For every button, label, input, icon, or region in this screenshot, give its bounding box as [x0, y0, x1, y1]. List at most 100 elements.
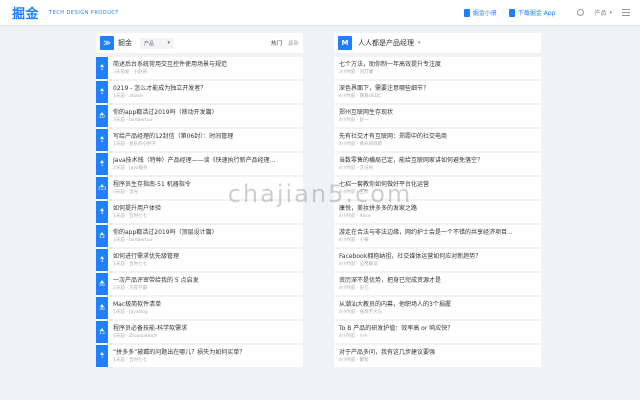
list-item[interactable]: 郑州互联网生存现状 4小时前 · 赵一 [334, 105, 541, 127]
item-title[interactable]: 郑州互联网生存现状 [339, 108, 536, 117]
list-item[interactable]: 游走在合法与非法边缘，网约护士会是一个不错的共享经济项目... 4小时前 · 小栗 [334, 225, 541, 247]
upvote-button[interactable]: 15 [96, 321, 108, 343]
item-meta: 4小时前 · 网易UEDC [339, 94, 382, 99]
item-title[interactable]: 你的app都活过2019吗（移动开发篇） [113, 108, 298, 117]
item-title[interactable]: 游走在合法与非法边缘，网约护士会是一个不错的共享经济项目... [339, 228, 536, 237]
juejin-source-name: 掘金 [118, 39, 132, 47]
list-item[interactable]: 36 Mac极简软件清单 1天前 · JavaDog [96, 297, 303, 319]
upvote-button[interactable]: 7 [96, 345, 108, 367]
item-title[interactable]: 一次产品评审带给我的 5 点启发 [113, 276, 298, 285]
item-body: 你的app都活过2019吗（顶层设计篇） 1天前 · lambertux [108, 225, 303, 247]
item-title[interactable]: Mac极简软件清单 [113, 300, 298, 309]
list-item[interactable]: 从潮汕大教员的内幕，他职场人的3个捐握 4小时前 · 张风不大头 [334, 297, 541, 319]
item-meta: 1天前 · ZhanasHoch [113, 334, 158, 339]
item-body: Java技术栈（特种）产品经理——谈《快速执行新产品经理... 2天前 · Jav… [108, 153, 303, 175]
item-body: “拼多多”被薅的问题出在哪儿？损失为如何买单？ 1天前 · 吉时七七 [108, 345, 303, 367]
item-title[interactable]: 你的app都活过2019吗（顶层设计篇） [113, 228, 298, 237]
upvote-button[interactable]: 2 [96, 81, 108, 103]
list-item[interactable]: 七个方法，助你制一年高效提升专注度 3小时前 · 刘万峰 [334, 57, 541, 79]
item-title[interactable]: To B 产品的研发护值：效率高 or 响应快？ [339, 324, 536, 333]
item-body: 一次产品评审带给我的 5 点启发 2天前 · 巧克学霸 [108, 273, 303, 295]
upvote-count: 2 [100, 90, 104, 96]
item-title[interactable]: 0219 - 怎么才能成为独立开发者？ [113, 84, 298, 93]
upvote-button[interactable]: 4 [96, 201, 108, 223]
item-meta: 4小时前 · 应用解读 [339, 262, 378, 267]
item-title[interactable]: 简述后台系统常用交互控件使用场景与规范 [113, 60, 298, 69]
item-title[interactable]: 深色界面下，需要注意哪些细节？ [339, 84, 536, 93]
category-select[interactable]: 产品 ▾ [140, 37, 174, 49]
list-item[interactable]: 康悦，美妆拼多多的发家之路 4小时前 · Alice [334, 201, 541, 223]
juejin-booklet-label: 掘金小册 [472, 10, 497, 17]
chevron-down-icon: ▾ [609, 9, 612, 16]
list-item[interactable]: 113 程序员生存指南-51 机器指令 3天前 · 流光 [96, 177, 303, 199]
menu-icon[interactable] [622, 9, 630, 16]
sort-new-tab[interactable]: 最新 [288, 39, 299, 47]
upvote-button[interactable]: 10 [96, 105, 108, 127]
item-meta: 3小时前 · 刘万峰 [339, 70, 374, 75]
list-item[interactable]: 12 你的app都活过2019吗（顶层设计篇） 1天前 · lambertux [96, 225, 303, 247]
item-title[interactable]: 如何进行需求优先级管理 [113, 252, 298, 261]
item-meta: 4小时前 · 小栗 [339, 238, 369, 243]
list-item[interactable]: 4 如何提升用户体验 1天前 · 吉时七七 [96, 201, 303, 223]
list-item[interactable]: 当数零售的横局已定，能给互联网家讲如何避免落空？ 4小时前 · 艺分树 [334, 153, 541, 175]
woshipm-source-name[interactable]: 人人都是产品经理 [358, 38, 414, 48]
upvote-count: 5 [100, 162, 104, 168]
upvote-button[interactable]: 12 [96, 225, 108, 247]
item-title[interactable]: 程序员生存指南-51 机器指令 [113, 180, 298, 189]
item-meta: 1天前 · 吉时七七 [113, 358, 148, 363]
item-title[interactable]: Java技术栈（特种）产品经理——谈《快速执行新产品经理... [113, 156, 298, 165]
settings-dropdown[interactable]: 产品 ▾ [577, 8, 612, 17]
list-item[interactable]: 10 你的app都活过2019吗（移动开发篇） 3天前 · lambertux [96, 105, 303, 127]
item-title[interactable]: 对于产品多问，我有这几步建议要强 [339, 348, 536, 357]
upvote-button[interactable]: 36 [96, 297, 108, 319]
upvote-button[interactable]: 113 [96, 177, 108, 199]
list-item[interactable]: 对于产品多问，我有这几步建议要强 4小时前 · 聚智 [334, 345, 541, 367]
list-item[interactable]: 5 Java技术栈（特种）产品经理——谈《快速执行新产品经理... 2天前 · Ja… [96, 153, 303, 175]
list-item[interactable]: 七招一套教你如何做好平台化运营 4小时前 · 王亮 [334, 177, 541, 199]
juejin-article-list: 2 简述后台系统常用交互控件使用场景与规范 3天前发 · 小赵哥 2 0219 - 怎么… [96, 57, 303, 367]
item-meta: 4小时前 · 小A [339, 334, 368, 339]
woshipm-column: M 人人都是产品经理 ▾ 七个方法，助你制一年高效提升专注度 3小时前 · 刘万峰… [334, 33, 541, 367]
download-app-link[interactable]: 下载掘金 App [508, 8, 555, 17]
juejin-logo[interactable]: 掘金 [12, 3, 39, 22]
item-body: 0219 - 怎么才能成为独立开发者？ 1天前 · atlase [108, 81, 303, 103]
list-item[interactable]: 46 一次产品评审带给我的 5 点启发 2天前 · 巧克学霸 [96, 273, 303, 295]
item-title[interactable]: 写给产品经理的12封信（第06封）：时间管理 [113, 132, 298, 141]
upvote-button[interactable]: 3 [96, 249, 108, 271]
list-item[interactable]: 深色界面下，需要注意哪些细节？ 4小时前 · 网易UEDC [334, 81, 541, 103]
list-item[interactable]: 资历深不是优势，把身已完成资源才是 4小时前 · 史亿 [334, 273, 541, 295]
upvote-button[interactable]: 46 [96, 273, 108, 295]
list-item[interactable]: 2 0219 - 怎么才能成为独立开发者？ 1天前 · atlase [96, 81, 303, 103]
sort-hot-tab[interactable]: 热门 [271, 39, 282, 47]
list-item[interactable]: To B 产品的研发护值：效率高 or 响应快？ 4小时前 · 小A [334, 321, 541, 343]
item-title[interactable]: 七个方法，助你制一年高效提升专注度 [339, 60, 536, 69]
list-item[interactable]: 先有社交才有互联网：郑霞中的社交电商 4小时前 · 佛光的阿斯 [334, 129, 541, 151]
upvote-count: 46 [99, 282, 105, 288]
upvote-button[interactable]: 5 [96, 153, 108, 175]
list-item[interactable]: 7 “拼多多”被薅的问题出在哪儿？损失为如何买单？ 1天前 · 吉时七七 [96, 345, 303, 367]
item-title[interactable]: 如何提升用户体验 [113, 204, 298, 213]
upvote-count: 15 [99, 330, 105, 336]
list-item[interactable]: 3 如何进行需求优先级管理 1天前 · 吉时七七 [96, 249, 303, 271]
item-title[interactable]: Facebook拥抱纳祖，社交媒体运营如何应对新趋势？ [339, 252, 536, 261]
item-title[interactable]: 七招一套教你如何做好平台化运营 [339, 180, 536, 189]
item-title[interactable]: 当数零售的横局已定，能给互联网家讲如何避免落空？ [339, 156, 536, 165]
list-item[interactable]: 2 写给产品经理的12封信（第06封）：时间管理 1天前 · 星乐的小胖子 [96, 129, 303, 151]
upvote-button[interactable]: 2 [96, 129, 108, 151]
item-body: Mac极简软件清单 1天前 · JavaDog [108, 297, 303, 319]
list-item[interactable]: 15 程序员必备技能-科学软需求 1天前 · ZhanasHoch [96, 321, 303, 343]
category-select-value: 产品 [144, 40, 155, 47]
item-title[interactable]: “拼多多”被薅的问题出在哪儿？损失为如何买单？ [113, 348, 298, 357]
upvote-button[interactable]: 2 [96, 57, 108, 79]
list-item[interactable]: 2 简述后台系统常用交互控件使用场景与规范 3天前发 · 小赵哥 [96, 57, 303, 79]
item-meta: 4小时前 · 聚智 [339, 358, 369, 363]
item-title[interactable]: 程序员必备技能-科学软需求 [113, 324, 298, 333]
item-title[interactable]: 康悦，美妆拼多多的发家之路 [339, 204, 536, 213]
item-title[interactable]: 先有社交才有互联网：郑霞中的社交电商 [339, 132, 536, 141]
item-title[interactable]: 从潮汕大教员的内幕，他职场人的3个捐握 [339, 300, 536, 309]
chevron-down-icon[interactable]: ▾ [418, 40, 421, 46]
woshipm-article-list: 七个方法，助你制一年高效提升专注度 3小时前 · 刘万峰 深色界面下，需要注意哪些细… [334, 57, 541, 367]
list-item[interactable]: Facebook拥抱纳祖，社交媒体运营如何应对新趋势？ 4小时前 · 应用解读 [334, 249, 541, 271]
juejin-booklet-link[interactable]: 掘金小册 [463, 8, 497, 17]
item-title[interactable]: 资历深不是优势，把身已完成资源才是 [339, 276, 536, 285]
